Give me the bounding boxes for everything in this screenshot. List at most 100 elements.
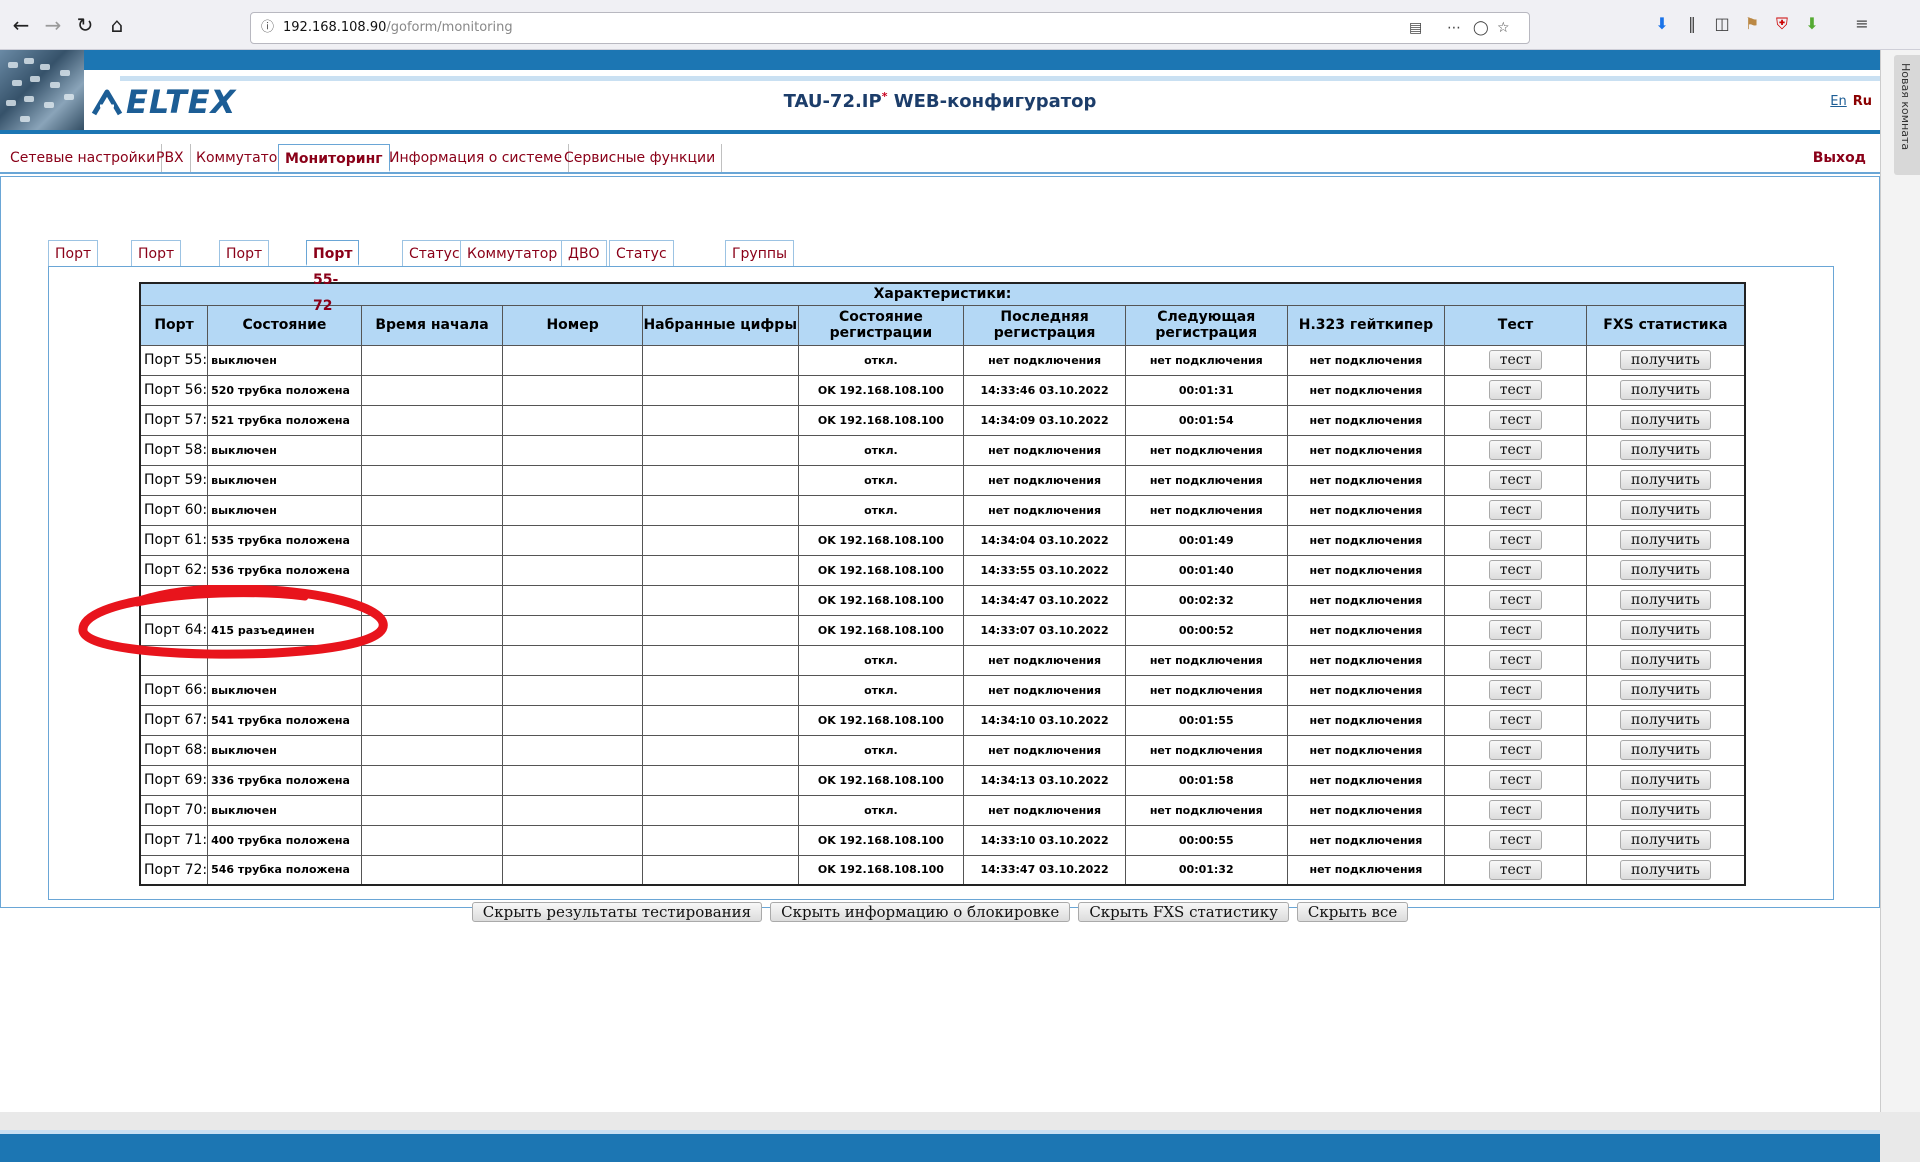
extension-icon[interactable]: ⚑ — [1741, 14, 1763, 33]
title-model: TAU-72.IP — [783, 91, 882, 112]
test-button[interactable]: тест — [1488, 380, 1543, 400]
gatekeeper-cell: нет подключения — [1286, 494, 1446, 526]
menu-icon[interactable]: ≡ — [1851, 14, 1873, 33]
test-button[interactable]: тест — [1488, 470, 1543, 490]
test-button[interactable]: тест — [1488, 770, 1543, 790]
tab-6[interactable]: ДВО — [561, 240, 607, 266]
test-button[interactable]: тест — [1488, 530, 1543, 550]
last-registration-cell: нет подключения — [963, 644, 1126, 676]
test-button[interactable]: тест — [1488, 410, 1543, 430]
registration-state-cell: откл. — [797, 644, 965, 676]
get-stat-button[interactable]: получить — [1619, 680, 1711, 700]
page-actions-icon[interactable]: ⋯ — [1447, 13, 1461, 43]
gatekeeper-cell: нет подключения — [1286, 584, 1446, 616]
get-stat-button[interactable]: получить — [1619, 650, 1711, 670]
info-icon[interactable]: ⓘ — [261, 13, 274, 43]
start-time-cell — [360, 734, 504, 766]
get-stat-button[interactable]: получить — [1619, 560, 1711, 580]
dialed-digits-cell — [641, 674, 799, 706]
side-tab[interactable]: Новая комната — [1894, 55, 1920, 175]
test-button[interactable]: тест — [1488, 440, 1543, 460]
forward-icon[interactable]: → — [38, 10, 68, 40]
get-stat-button[interactable]: получить — [1619, 859, 1711, 880]
dialed-digits-cell — [641, 794, 799, 826]
table-row: Порт 62: 536 трубка положена OK 192.168.10… — [139, 554, 1746, 586]
last-registration-cell: нет подключения — [963, 674, 1126, 706]
tab-7[interactable]: Статус услуг IMS — [609, 240, 674, 314]
download-icon[interactable]: ⬇ — [1651, 14, 1673, 33]
bottom-button-0[interactable]: Скрыть результаты тестирования — [471, 902, 763, 922]
reader-view-icon[interactable]: ▤ — [1409, 13, 1422, 43]
get-stat-button[interactable]: получить — [1619, 620, 1711, 640]
adblock-icon[interactable]: ⛨ — [1771, 14, 1793, 34]
menu-item-3[interactable]: Мониторинг — [278, 144, 390, 172]
test-button[interactable]: тест — [1488, 560, 1543, 580]
home-icon[interactable]: ⌂ — [102, 10, 132, 40]
get-stat-button[interactable]: получить — [1619, 440, 1711, 460]
reload-icon[interactable]: ↻ — [70, 10, 100, 40]
menu-item-5[interactable]: Сервисные функции — [558, 144, 723, 172]
get-stat-button[interactable]: получить — [1619, 380, 1711, 400]
test-button[interactable]: тест — [1488, 620, 1543, 640]
bottom-button-1[interactable]: Скрыть информацию о блокировке — [770, 902, 1071, 922]
test-button[interactable]: тест — [1488, 650, 1543, 670]
test-cell: тест — [1444, 464, 1587, 496]
get-stat-button[interactable]: получить — [1619, 800, 1711, 820]
last-registration-cell: 14:34:09 03.10.2022 — [963, 404, 1126, 436]
get-stat-button[interactable]: получить — [1619, 770, 1711, 790]
table-body: Порт 55: выключен откл. нет подключения нет … — [139, 344, 1746, 886]
logout-link[interactable]: Выход — [1813, 144, 1866, 172]
back-icon[interactable]: ← — [6, 10, 36, 40]
start-time-cell — [360, 764, 504, 796]
state-cell: 520 трубка положена — [207, 374, 362, 406]
gatekeeper-cell: нет подключения — [1286, 374, 1446, 406]
fxs-stat-cell: получить — [1585, 824, 1746, 856]
tab-5[interactable]: Коммутатор — [460, 240, 565, 266]
state-cell: 336 трубка положена — [207, 764, 362, 796]
test-button[interactable]: тест — [1488, 350, 1543, 370]
get-stat-button[interactable]: получить — [1619, 350, 1711, 370]
bottom-button-3[interactable]: Скрыть все — [1296, 902, 1409, 922]
tab-4[interactable]: Статус — [402, 240, 467, 266]
fxs-stat-cell: получить — [1585, 644, 1746, 676]
test-button[interactable]: тест — [1488, 590, 1543, 610]
get-stat-button[interactable]: получить — [1619, 830, 1711, 850]
test-cell: тест — [1444, 734, 1587, 766]
dialed-digits-cell — [641, 344, 799, 376]
sidebar-icon[interactable]: ◫ — [1711, 14, 1733, 33]
gatekeeper-cell: нет подключения — [1286, 524, 1446, 556]
fxs-stat-cell: получить — [1585, 494, 1746, 526]
test-button[interactable]: тест — [1488, 680, 1543, 700]
get-stat-button[interactable]: получить — [1619, 470, 1711, 490]
address-bar[interactable]: ⓘ 192.168.108.90/goform/monitoring ▤ ⋯ ◯… — [250, 12, 1530, 44]
test-button[interactable]: тест — [1488, 500, 1543, 520]
get-stat-button[interactable]: получить — [1619, 410, 1711, 430]
port-cell — [139, 584, 209, 616]
test-button[interactable]: тест — [1488, 710, 1543, 730]
pocket-icon[interactable]: ◯ — [1473, 13, 1489, 43]
tab-1[interactable]: Порт 19-36 — [131, 240, 182, 314]
test-button[interactable]: тест — [1488, 830, 1543, 850]
menu-item-0[interactable]: Сетевые настройки — [4, 144, 163, 172]
test-button[interactable]: тест — [1488, 859, 1543, 880]
registration-state-cell: откл. — [797, 344, 965, 376]
test-button[interactable]: тест — [1488, 740, 1543, 760]
bottom-button-2[interactable]: Скрыть FXS статистику — [1078, 902, 1289, 922]
menu-item-1[interactable]: PBX — [150, 144, 191, 172]
get-stat-button[interactable]: получить — [1619, 590, 1711, 610]
get-stat-button[interactable]: получить — [1619, 530, 1711, 550]
tab-8[interactable]: Группы вызова — [725, 240, 795, 288]
get-stat-button[interactable]: получить — [1619, 500, 1711, 520]
next-registration-cell: нет подключения — [1124, 674, 1288, 706]
test-button[interactable]: тест — [1488, 800, 1543, 820]
bookmark-star-icon[interactable]: ☆ — [1497, 13, 1510, 43]
menu-item-4[interactable]: Информация о системе — [383, 144, 570, 172]
tab-0[interactable]: Порт 1-18 — [48, 240, 99, 288]
library-icon[interactable]: ‖ — [1681, 14, 1703, 33]
lang-en-link[interactable]: En — [1830, 94, 1846, 109]
get-stat-button[interactable]: получить — [1619, 710, 1711, 730]
get-stat-button[interactable]: получить — [1619, 740, 1711, 760]
extension-arrow-icon[interactable]: ⬇ — [1801, 14, 1823, 33]
tab-2[interactable]: Порт 37-54 — [219, 240, 270, 314]
tab-3[interactable]: Порт 55-72 — [306, 240, 360, 314]
